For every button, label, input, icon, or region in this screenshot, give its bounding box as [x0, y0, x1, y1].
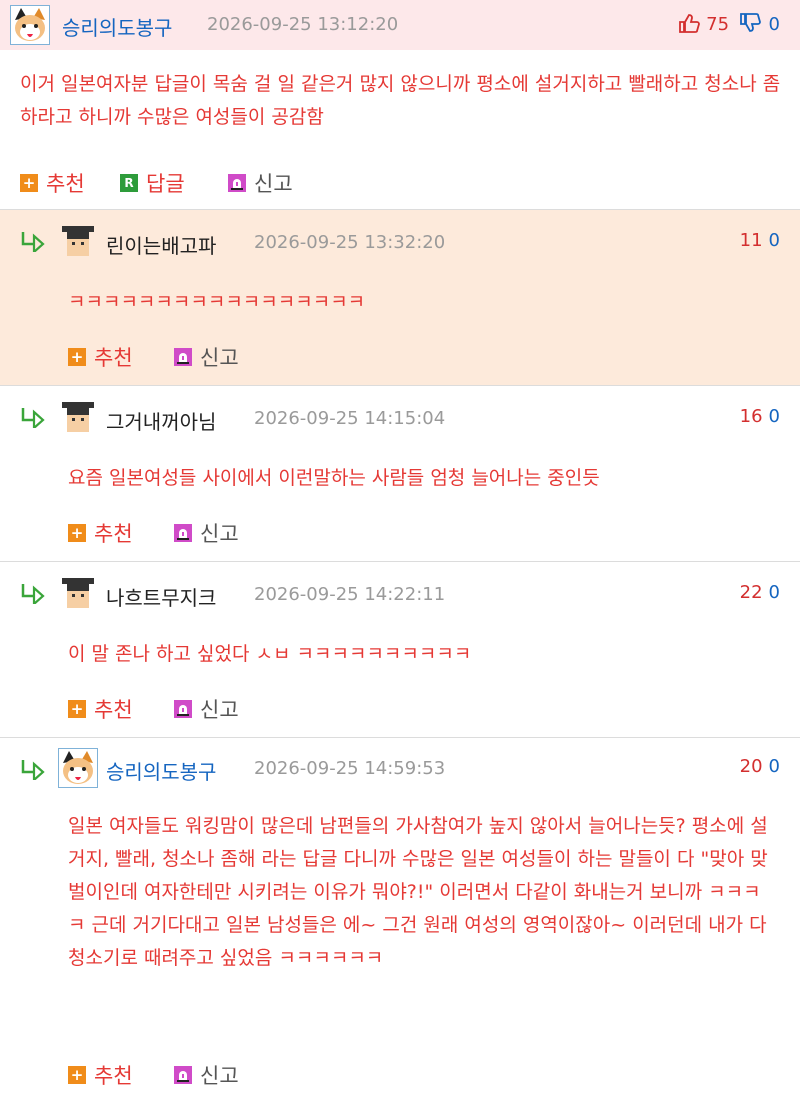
- thumb-up-icon[interactable]: [678, 13, 701, 38]
- report-button[interactable]: 신고: [174, 342, 239, 372]
- report-button[interactable]: 신고: [174, 1060, 239, 1090]
- recommend-label: 추천: [46, 172, 85, 196]
- thumb-down-icon[interactable]: [739, 13, 761, 38]
- reply-votes: 16 0: [740, 406, 780, 427]
- report-label: 신고: [200, 522, 239, 546]
- reply-down-count: 0: [768, 756, 780, 777]
- recommend-button[interactable]: + 추천: [68, 694, 133, 724]
- root-actions: + 추천 R 답글 신고: [20, 168, 420, 196]
- reply-votes: 11 0: [740, 230, 780, 251]
- recommend-label: 추천: [94, 698, 133, 722]
- root-body: 이거 일본여자분 답글이 목숨 걸 일 같은거 많지 않으니까 평소에 설거지하…: [20, 73, 781, 128]
- reply-votes: 22 0: [740, 582, 780, 603]
- graduate-avatar[interactable]: [58, 574, 98, 614]
- reply-comment: 린이는배고파 2026-09-25 13:32:20 11 0 ㅋㅋㅋㅋㅋㅋㅋㅋㅋ…: [0, 210, 800, 386]
- siren-icon: [174, 700, 192, 718]
- reply-actions: + 추천 신고: [68, 518, 368, 546]
- plus-icon: +: [68, 700, 86, 718]
- cat-avatar[interactable]: [58, 748, 98, 788]
- reply-nickname[interactable]: 승리의도봉구: [106, 756, 216, 785]
- reply-up-count: 22: [739, 582, 763, 603]
- reply-down-count: 0: [768, 406, 780, 427]
- graduate-avatar[interactable]: [58, 398, 98, 438]
- report-label: 신고: [200, 346, 239, 370]
- siren-icon: [174, 1066, 192, 1084]
- reply-comment: 그거내꺼아님 2026-09-25 14:15:04 16 0 요즘 일본여성들 …: [0, 386, 800, 562]
- reply-arrow-icon: [20, 406, 46, 432]
- r-icon: R: [120, 174, 138, 192]
- reply-body: 일본 여자들도 워킹맘이 많은데 남편들의 가사참여가 높지 않아서 늘어나는듯…: [68, 815, 768, 969]
- plus-icon: +: [68, 348, 86, 366]
- recommend-label: 추천: [94, 522, 133, 546]
- root-up-count: 75: [706, 14, 730, 35]
- recommend-label: 추천: [94, 346, 133, 370]
- reply-datetime: 2026-09-25 14:15:04: [254, 408, 446, 429]
- reply-nickname[interactable]: 나흐트무지크: [106, 582, 216, 611]
- report-label: 신고: [200, 1064, 239, 1088]
- report-button[interactable]: 신고: [174, 694, 239, 724]
- recommend-button[interactable]: + 추천: [68, 1060, 133, 1090]
- reply-arrow-icon: [20, 758, 46, 784]
- plus-icon: +: [20, 174, 38, 192]
- graduate-avatar[interactable]: [58, 222, 98, 262]
- recommend-button[interactable]: + 추천: [68, 518, 133, 548]
- recommend-button[interactable]: + 추천: [68, 342, 133, 372]
- reply-down-count: 0: [768, 582, 780, 603]
- report-label: 신고: [254, 172, 293, 196]
- siren-icon: [174, 348, 192, 366]
- reply-body: 요즘 일본여성들 사이에서 이런말하는 사람들 엄청 늘어나는 중인듯: [68, 467, 600, 489]
- reply-nickname[interactable]: 린이는배고파: [106, 230, 216, 259]
- root-nickname[interactable]: 승리의도봉구: [62, 12, 172, 41]
- reply-arrow-icon: [20, 230, 46, 256]
- siren-icon: [228, 174, 246, 192]
- reply-actions: + 추천 신고: [68, 342, 368, 370]
- report-button[interactable]: 신고: [228, 168, 293, 198]
- reply-arrow-icon: [20, 582, 46, 608]
- reply-down-count: 0: [768, 230, 780, 251]
- reply-body: 이 말 존나 하고 싶었다 ㅅㅂ ㅋㅋㅋㅋㅋㅋㅋㅋㅋㅋ: [68, 643, 472, 665]
- reply-votes: 20 0: [740, 756, 780, 777]
- reply-up-count: 20: [739, 756, 763, 777]
- root-votes: 75 0: [678, 13, 780, 38]
- plus-icon: +: [68, 1066, 86, 1084]
- reply-up-count: 16: [739, 406, 763, 427]
- reply-datetime: 2026-09-25 13:32:20: [254, 232, 446, 253]
- recommend-button[interactable]: + 추천: [20, 168, 85, 198]
- reply-up-count: 11: [739, 230, 763, 251]
- root-comment-header: 승리의도봉구 2026-09-25 13:12:20 75 0: [0, 0, 800, 50]
- siren-icon: [174, 524, 192, 542]
- reply-actions: + 추천 신고: [68, 694, 368, 722]
- reply-comment: 승리의도봉구 2026-09-25 14:59:53 20 0 일본 여자들도 워…: [0, 738, 800, 1103]
- reply-actions: + 추천 신고: [68, 1060, 368, 1088]
- reply-datetime: 2026-09-25 14:59:53: [254, 758, 446, 779]
- report-label: 신고: [200, 698, 239, 722]
- reply-datetime: 2026-09-25 14:22:11: [254, 584, 446, 605]
- recommend-label: 추천: [94, 1064, 133, 1088]
- reply-nickname[interactable]: 그거내꺼아님: [106, 406, 216, 435]
- cat-avatar[interactable]: [10, 5, 50, 45]
- reply-body: ㅋㅋㅋㅋㅋㅋㅋㅋㅋㅋㅋㅋㅋㅋㅋㅋㅋ: [68, 291, 366, 313]
- reply-button[interactable]: R 답글: [120, 168, 185, 198]
- report-button[interactable]: 신고: [174, 518, 239, 548]
- reply-label: 답글: [146, 172, 185, 196]
- reply-comment: 나흐트무지크 2026-09-25 14:22:11 22 0 이 말 존나 하고…: [0, 562, 800, 738]
- root-comment: 승리의도봉구 2026-09-25 13:12:20 75 0 이거 일본여자분…: [0, 0, 800, 210]
- root-down-count: 0: [768, 14, 780, 35]
- root-datetime: 2026-09-25 13:12:20: [207, 14, 399, 35]
- plus-icon: +: [68, 524, 86, 542]
